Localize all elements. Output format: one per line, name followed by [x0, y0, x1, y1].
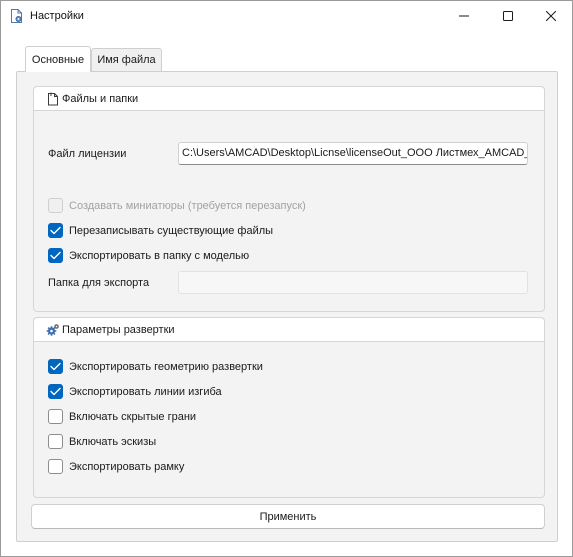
export-to-model-folder-checkbox[interactable]: Экспортировать в папку с моделью — [48, 247, 249, 264]
checkmark-icon — [50, 387, 61, 396]
checkbox-box[interactable] — [48, 459, 63, 474]
export-frame-label: Экспортировать рамку — [69, 460, 185, 473]
export-bend-lines-label: Экспортировать линии изгиба — [69, 385, 222, 398]
export-bend-lines-checkbox[interactable]: Экспортировать линии изгиба — [48, 383, 222, 400]
checkbox-box[interactable] — [48, 384, 63, 399]
title-bar[interactable]: Настройки — [1, 1, 572, 31]
create-thumbnails-checkbox[interactable]: Создавать миниатюры (требуется перезапус… — [48, 197, 306, 214]
unfold-group-header[interactable]: Параметры развертки — [34, 318, 544, 342]
settings-app-icon — [10, 9, 23, 23]
tab-file-name[interactable]: Имя файла — [91, 48, 162, 71]
files-group-title: Файлы и папки — [62, 93, 139, 105]
tab-panel-main: Файлы и папки Файл лицензии C:\Users\AMC… — [16, 71, 558, 542]
checkbox-box[interactable] — [48, 409, 63, 424]
export-frame-checkbox[interactable]: Экспортировать рамку — [48, 458, 184, 475]
license-file-input[interactable]: C:\Users\AMCAD\Desktop\Licnse\licenseOut… — [178, 142, 528, 165]
maximize-icon[interactable] — [485, 1, 531, 31]
apply-button[interactable]: Применить — [31, 504, 545, 529]
close-icon[interactable] — [528, 1, 573, 31]
gears-icon — [46, 323, 60, 337]
include-hidden-faces-checkbox[interactable]: Включать скрытые грани — [48, 408, 196, 425]
export-unfold-geometry-checkbox[interactable]: Экспортировать геометрию развертки — [48, 358, 263, 375]
checkbox-box[interactable] — [48, 359, 63, 374]
document-icon — [46, 92, 60, 106]
checkbox-box[interactable] — [48, 248, 63, 263]
license-file-label: Файл лицензии — [48, 148, 127, 160]
checkbox-box[interactable] — [48, 434, 63, 449]
window-title: Настройки — [30, 10, 84, 22]
files-group-header[interactable]: Файлы и папки — [34, 87, 544, 111]
export-unfold-geometry-label: Экспортировать геометрию развертки — [69, 360, 263, 373]
unfold-group-title: Параметры развертки — [62, 324, 175, 336]
include-sketches-checkbox[interactable]: Включать эскизы — [48, 433, 156, 450]
include-sketches-label: Включать эскизы — [69, 435, 157, 448]
unfold-params-group: Параметры развертки Экспортировать геоме… — [33, 317, 545, 498]
checkmark-icon — [50, 226, 61, 235]
checkmark-icon — [50, 251, 61, 260]
checkbox-box[interactable] — [48, 198, 63, 213]
export-folder-input[interactable] — [178, 271, 528, 294]
checkmark-icon — [50, 362, 61, 371]
include-hidden-faces-label: Включать скрытые грани — [69, 410, 197, 423]
files-folders-group: Файлы и папки Файл лицензии C:\Users\AMC… — [33, 86, 545, 312]
create-thumbnails-label: Создавать миниатюры (требуется перезапус… — [69, 199, 306, 212]
overwrite-files-checkbox[interactable]: Перезаписывать существующие файлы — [48, 222, 273, 239]
checkbox-box[interactable] — [48, 223, 63, 238]
tab-main[interactable]: Основные — [25, 46, 91, 72]
export-folder-label: Папка для экспорта — [48, 277, 150, 289]
minimize-icon[interactable] — [441, 1, 487, 31]
overwrite-files-label: Перезаписывать существующие файлы — [69, 224, 274, 237]
settings-window: Настройки Основные Имя файла Файлы и пап… — [0, 0, 573, 557]
export-to-model-folder-label: Экспортировать в папку с моделью — [69, 249, 250, 262]
